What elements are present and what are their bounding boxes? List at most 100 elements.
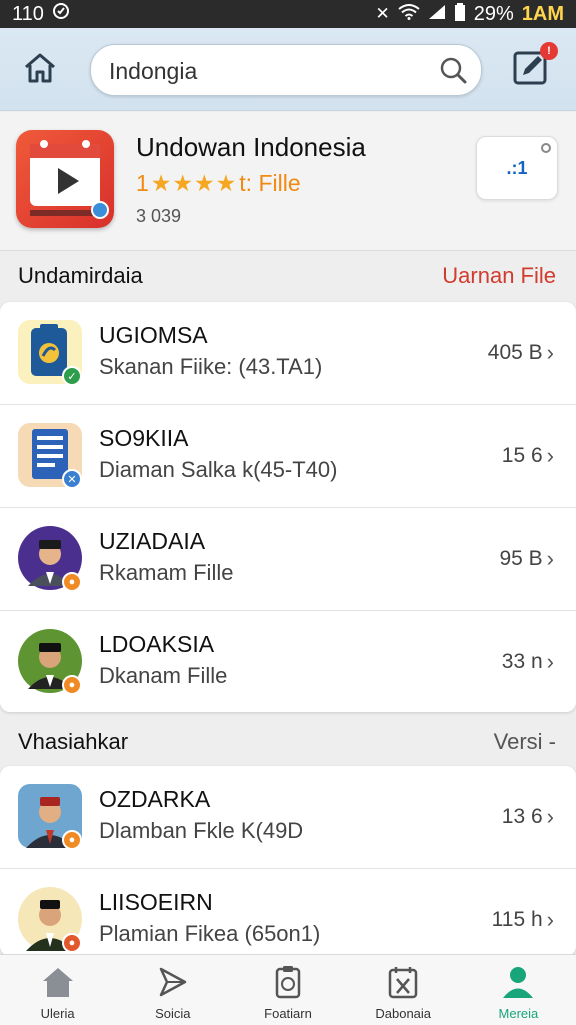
item-subtitle: Dkanam Fille [99, 663, 228, 688]
chevron-right-icon: › [546, 340, 554, 365]
person-avatar-icon: ● [18, 629, 82, 695]
version-link[interactable]: Versi - [494, 729, 556, 755]
clock: 1AM [521, 2, 564, 25]
featured-rating: 1 ★★★★ t: Fille [136, 170, 301, 197]
item-size: 95 B › [499, 546, 554, 572]
search-bar[interactable] [90, 44, 482, 97]
featured-app-title: Undowan Indonesia [136, 132, 366, 162]
item-subtitle: Rkamam Fille [99, 560, 234, 585]
nav-label: Uleria [40, 1006, 75, 1021]
person-avatar-icon: ● [18, 887, 82, 953]
search-input[interactable] [107, 45, 431, 97]
featured-size: 3 039 [136, 206, 182, 226]
home-icon [40, 965, 76, 1004]
nav-home[interactable]: Uleria [0, 955, 115, 1025]
section-title: Vhasiahkar [18, 729, 129, 754]
status-badge-icon: ● [62, 572, 82, 592]
notification-badge: ! [540, 42, 558, 60]
nav-profile[interactable]: Mereia [461, 955, 576, 1025]
rating-prefix: 1 [136, 170, 149, 196]
item-name: UZIADAIA [99, 528, 206, 554]
rating-text: t: Fille [239, 170, 301, 196]
featured-action-label: .:1 [506, 157, 528, 178]
person-avatar-icon: ● [18, 784, 82, 850]
settings-dot-icon [541, 143, 551, 153]
list-item[interactable]: ● OZDARKA Dlamban Fkle K(49D 13 6 › [0, 766, 576, 869]
item-subtitle: Skanan Fiike: (43.TA1) [99, 354, 323, 379]
section-title: Undamirdaia [18, 263, 143, 288]
item-size-value: 95 B [499, 547, 543, 570]
calendar-icon [385, 965, 421, 1004]
item-name: OZDARKA [99, 786, 211, 812]
signal-icon [428, 4, 446, 25]
chevron-right-icon: › [546, 907, 554, 932]
list-item[interactable]: ● LDOAKSIA Dkanam Fille 33 n › [0, 611, 576, 712]
item-name: SO9KIIA [99, 425, 189, 451]
mute-icon: ✕ [375, 4, 390, 23]
star-rating-icon: ★★★★ [150, 170, 238, 196]
info-badge-icon: ✕ [62, 469, 82, 489]
item-size: 15 6 › [502, 443, 554, 469]
chevron-right-icon: › [546, 546, 554, 571]
profile-icon [500, 965, 536, 1004]
section-header: Undamirdaia Uarnan File [0, 252, 576, 300]
battery-icon [454, 2, 466, 26]
nav-send[interactable]: Soicia [115, 955, 230, 1025]
top-bar: ! [0, 28, 576, 111]
home-icon [22, 50, 58, 91]
item-size-value: 13 6 [501, 805, 543, 828]
person-avatar-icon: ● [18, 526, 82, 592]
item-name: UGIOMSA [99, 322, 208, 348]
chevron-right-icon: › [546, 649, 554, 674]
status-badge-icon: ● [62, 830, 82, 850]
list-item[interactable]: ✕ SO9KIIA Diaman Salka k(45-T40) 15 6 › [0, 405, 576, 508]
search-icon[interactable] [439, 56, 467, 89]
list-item[interactable]: ✓ UGIOMSA Skanan Fiike: (43.TA1) 405 B › [0, 302, 576, 405]
notification-indicator-icon [52, 2, 70, 26]
section-link[interactable]: Uarnan File [442, 263, 556, 289]
chevron-right-icon: › [546, 804, 554, 829]
check-badge-icon: ✓ [62, 366, 82, 386]
file-list-card: ● OZDARKA Dlamban Fkle K(49D 13 6 › ● LII… [0, 766, 576, 956]
item-size-value: 115 h [491, 908, 543, 931]
featured-action-button[interactable]: .:1 [476, 136, 558, 200]
item-size-value: 15 6 [501, 444, 543, 467]
featured-app-card[interactable]: Undowan Indonesia 1 ★★★★ t: Fille 3 039 … [0, 112, 576, 251]
edit-icon [512, 51, 550, 90]
video-app-icon [16, 130, 114, 228]
phone-app-icon: ✓ [18, 320, 82, 386]
section-header: Vhasiahkar Versi - [0, 718, 576, 766]
item-subtitle: Plamian Fikea (65on1) [99, 921, 321, 946]
battery-percent: 29% [473, 2, 514, 25]
item-size: 115 h › [492, 907, 554, 933]
item-size: 13 6 › [502, 804, 554, 830]
status-left-text: 110 [12, 2, 44, 25]
item-size: 33 n › [502, 649, 554, 675]
item-subtitle: Dlamban Fkle K(49D [99, 818, 304, 843]
status-badge-icon: ● [62, 933, 82, 953]
status-badge-icon: ● [62, 675, 82, 695]
nav-label: Dabonaia [375, 1006, 432, 1021]
item-name: LDOAKSIA [99, 631, 215, 657]
item-size-value: 405 B [487, 341, 543, 364]
list-item[interactable]: ● LIISOEIRN Plamian Fikea (65on1) 115 h › [0, 869, 576, 956]
document-icon: ✕ [18, 423, 82, 489]
bottom-navigation: Uleria Soicia Foatiarn Dabonaia Mereia [0, 954, 576, 1025]
list-item[interactable]: ● UZIADAIA Rkamam Fille 95 B › [0, 508, 576, 611]
item-size: 405 B › [488, 340, 554, 366]
status-bar: 110 ✕ 29% 1AM [0, 0, 576, 28]
file-list-card: ✓ UGIOMSA Skanan Fiike: (43.TA1) 405 B › … [0, 302, 576, 712]
chevron-right-icon: › [546, 443, 554, 468]
home-button[interactable] [18, 48, 62, 92]
item-name: LIISOEIRN [99, 889, 213, 915]
compose-button[interactable]: ! [512, 42, 558, 92]
send-icon [155, 965, 191, 1004]
nav-clipboard[interactable]: Foatiarn [230, 955, 345, 1025]
nav-calendar[interactable]: Dabonaia [346, 955, 461, 1025]
item-subtitle: Diaman Salka k(45-T40) [99, 457, 338, 482]
item-size-value: 33 n [501, 650, 543, 673]
clipboard-icon [270, 965, 306, 1004]
nav-label: Foatiarn [264, 1006, 312, 1021]
wifi-icon [398, 3, 420, 25]
nav-label: Soicia [155, 1006, 191, 1021]
